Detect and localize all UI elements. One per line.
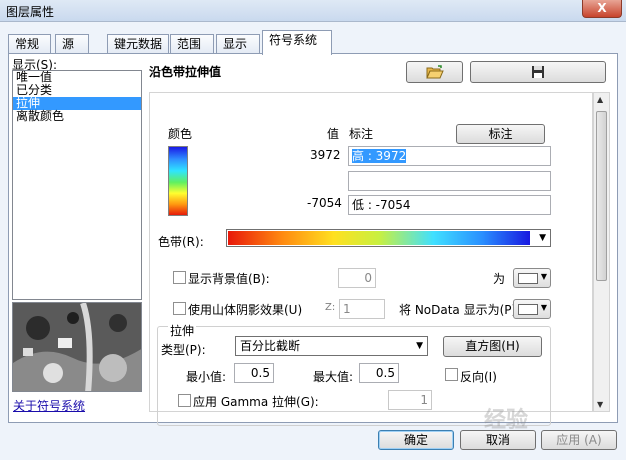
as-label: 为 [493,272,506,286]
min-label: 最小值: [186,370,227,384]
color-ramp-legend [168,146,188,216]
gamma-checkbox[interactable] [178,394,191,407]
gamma-label: 应用 Gamma 拉伸(G): [193,395,319,409]
label-button[interactable]: 标注 [456,124,545,144]
min-value-input[interactable]: 0.5 [234,363,274,383]
stretch-type-select[interactable]: 百分比截断 ▼ [235,336,428,356]
color-ramp-select[interactable]: ▼ [226,229,551,247]
label-header: 标注 [349,127,374,141]
chevron-down-icon: ▼ [540,303,547,312]
high-value: 3972 [310,148,341,162]
hillshade-checkbox[interactable] [173,302,186,315]
low-label-input[interactable]: 低 : -7054 [348,195,551,215]
chevron-down-icon: ▼ [540,272,547,281]
watermark: 经验 [484,408,529,433]
color-ramp-strip [228,231,530,245]
preview-image [12,302,142,392]
folder-open-icon [425,65,444,79]
low-value: -7054 [307,196,342,210]
scroll-down-icon[interactable]: ▼ [597,400,603,409]
panel-scrollbar[interactable]: ▲ ▼ [593,92,610,412]
stretch-type-label: 类型(P): [161,343,206,357]
chevron-down-icon: ▼ [539,233,546,243]
list-item-discrete-color[interactable]: 离散颜色 [13,110,141,123]
gamma-value-input[interactable]: 1 [388,390,432,410]
histogram-button[interactable]: 直方图(H) [443,336,542,357]
tab-symbology[interactable]: 符号系统 [262,30,332,55]
color-swatch-icon [518,304,538,315]
window-title: 图层属性 [6,5,55,19]
max-label: 最大值: [313,370,354,384]
renderer-title: 沿色带拉伸值 [149,65,222,79]
open-renderer-button[interactable] [406,61,463,83]
z-factor-input[interactable]: 1 [339,299,385,319]
middle-label-input[interactable] [348,171,551,191]
color-swatch-icon [518,273,538,284]
stretch-type-value: 百分比截断 [240,339,301,353]
invert-checkbox[interactable] [445,368,458,381]
title-bar: 图层属性 X [0,0,626,22]
high-label-input[interactable]: 高 : 3972 [348,146,551,166]
hillshade-label: 使用山体阴影效果(U) [188,303,303,317]
scrollbar-thumb[interactable] [596,111,607,281]
tab-source[interactable]: 源 [55,34,89,54]
background-checkbox[interactable] [173,271,186,284]
invert-label: 反向(I) [460,370,497,384]
nodata-label: 将 NoData 显示为(P) [399,303,517,317]
ok-button[interactable]: 确定 [378,430,454,450]
renderer-list[interactable]: 唯一值 已分类 拉伸 离散颜色 [12,70,142,300]
save-renderer-button[interactable] [470,61,606,83]
stretch-group-label: 拉伸 [168,322,197,339]
tab-extent[interactable]: 范围 [170,34,214,54]
value-header: 值 [327,127,340,141]
background-color-button[interactable]: ▼ [513,268,551,288]
background-label: 显示背景值(B): [188,272,270,286]
background-value-input[interactable]: 0 [338,268,376,288]
color-ramp-label: 色带(R): [158,235,204,249]
high-label-text: 高 : 3972 [352,149,407,163]
z-label: Z: [325,302,336,313]
nodata-color-button[interactable]: ▼ [513,299,551,319]
color-header: 颜色 [168,127,193,141]
tab-general[interactable]: 常规 [8,34,51,54]
tab-key-metadata[interactable]: 键元数据 [107,34,169,54]
chevron-down-icon: ▼ [416,341,423,351]
floppy-disk-icon [532,66,544,78]
scroll-up-icon[interactable]: ▲ [597,95,603,104]
about-symbology-link[interactable]: 关于符号系统 [13,397,85,414]
max-value-input[interactable]: 0.5 [359,363,399,383]
close-button[interactable]: X [582,0,622,18]
tab-display[interactable]: 显示 [216,34,260,54]
apply-button[interactable]: 应用 (A) [541,430,617,450]
